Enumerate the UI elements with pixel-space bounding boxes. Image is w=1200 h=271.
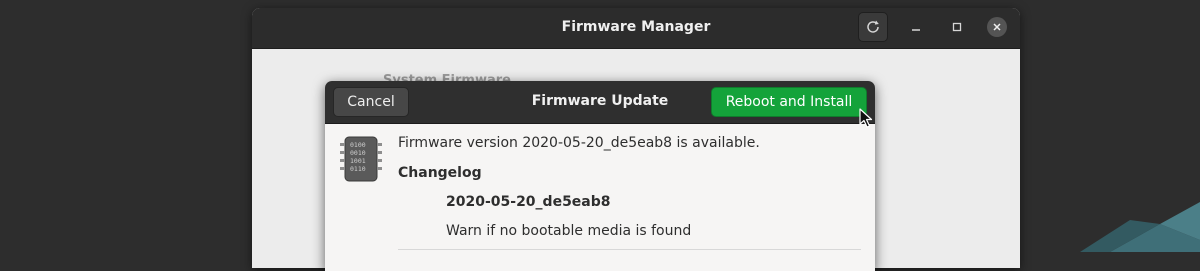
changelog-heading: Changelog	[398, 165, 482, 181]
close-icon	[993, 23, 1001, 31]
firmware-available-text: Firmware version 2020-05-20_de5eab8 is a…	[398, 135, 760, 151]
dialog-header: Cancel Firmware Update Reboot and Instal…	[325, 81, 875, 128]
maximize-button[interactable]	[943, 13, 971, 41]
svg-text:1001: 1001	[350, 157, 366, 165]
dialog-title: Firmware Update	[531, 93, 669, 109]
svg-text:0100: 0100	[350, 141, 366, 149]
svg-text:0110: 0110	[350, 165, 366, 173]
close-button[interactable]	[983, 13, 1011, 41]
cancel-button[interactable]: Cancel	[333, 87, 409, 117]
divider	[398, 249, 861, 250]
changelog-entry: Warn if no bootable media is found	[446, 223, 692, 239]
mouse-cursor-icon	[859, 108, 873, 128]
refresh-button[interactable]	[858, 12, 888, 42]
changelog-version: 2020-05-20_de5eab8	[446, 194, 611, 210]
minimize-icon	[912, 29, 920, 31]
firmware-chip-icon: 0100 0010 1001 0110	[340, 136, 382, 182]
refresh-icon	[867, 20, 879, 33]
minimize-button[interactable]	[902, 13, 930, 41]
desktop-wallpaper-shapes	[1080, 202, 1200, 252]
svg-text:0010: 0010	[350, 149, 366, 157]
firmware-update-dialog: Cancel Firmware Update Reboot and Instal…	[325, 81, 875, 271]
window-titlebar: Firmware Manager	[252, 8, 1020, 49]
reboot-and-install-button[interactable]: Reboot and Install	[711, 87, 867, 117]
maximize-icon	[952, 22, 962, 32]
